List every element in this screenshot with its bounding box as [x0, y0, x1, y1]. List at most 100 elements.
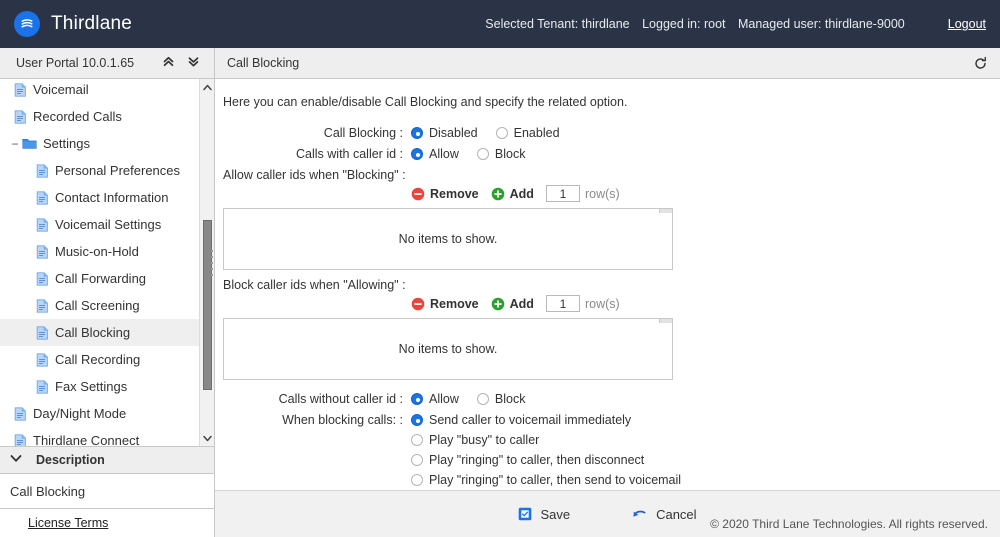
when-blocking-calls-option-play-busy-to-caller[interactable]: Play "busy" to caller [411, 433, 681, 447]
radio-label: Play "ringing" to caller, then send to v… [429, 473, 681, 487]
block-list-corner [659, 318, 673, 323]
description-text: Call Blocking [0, 474, 214, 509]
radio-label: Block [495, 147, 526, 161]
radio-dot [411, 414, 423, 426]
sidebar-item-fax-settings[interactable]: Fax Settings [0, 373, 199, 400]
block-list-empty-text: No items to show. [399, 342, 498, 356]
radio-dot [496, 127, 508, 139]
sidebar-splitter-grip[interactable] [210, 250, 213, 276]
add-circle-icon [491, 187, 505, 201]
calls-with-caller-id-option-allow[interactable]: Allow [411, 147, 459, 161]
document-icon [36, 299, 49, 313]
sidebar-item-personal-preferences[interactable]: Personal Preferences [0, 157, 199, 184]
when-blocking-calls-radio-group[interactable]: Send caller to voicemail immediately Play… [411, 413, 681, 487]
radio-label: Enabled [514, 126, 560, 140]
allow-list-remove-label: Remove [430, 187, 479, 201]
license-row: License Terms [0, 509, 214, 537]
sidebar-item-label: Call Blocking [55, 325, 130, 340]
allow-list-remove-button[interactable]: Remove [411, 187, 479, 201]
sidebar-item-settings[interactable]: −Settings [0, 130, 199, 157]
scroll-up-arrow-icon[interactable] [203, 79, 212, 95]
radio-dot [411, 393, 423, 405]
sidebar-item-music-on-hold[interactable]: Music-on-Hold [0, 238, 199, 265]
allow-list-add-button[interactable]: Add [491, 187, 534, 201]
when-blocking-calls-option-send-caller-to-voicemail-immediately[interactable]: Send caller to voicemail immediately [411, 413, 681, 427]
document-icon [36, 272, 49, 286]
call-blocking-option-enabled[interactable]: Enabled [496, 126, 560, 140]
allow-list-corner [659, 208, 673, 213]
radio-dot [477, 148, 489, 160]
calls-without-caller-id-option-allow[interactable]: Allow [411, 392, 459, 406]
block-list-add-button[interactable]: Add [491, 297, 534, 311]
allow-list-toolbar: Remove Add row(s) [215, 185, 1000, 202]
sidebar-item-label: Day/Night Mode [33, 406, 126, 421]
sidebar-item-call-recording[interactable]: Call Recording [0, 346, 199, 373]
calls-without-caller-id-option-block[interactable]: Block [477, 392, 526, 406]
block-list-rows-input[interactable] [546, 295, 580, 312]
document-icon [36, 164, 49, 178]
field-calls-with-caller-id: Calls with caller id : Allow Block [215, 147, 1000, 161]
sidebar-item-label: Thirdlane Connect [33, 433, 139, 446]
allow-list-rows-suffix: row(s) [585, 187, 620, 201]
allow-list-box[interactable]: No items to show. [223, 208, 673, 270]
radio-dot [411, 474, 423, 486]
save-button[interactable]: Save [518, 507, 570, 522]
calls-with-caller-id-radio-group[interactable]: Allow Block [411, 147, 525, 161]
calls-without-caller-id-radio-group[interactable]: Allow Block [411, 392, 525, 406]
scrollbar-thumb[interactable] [203, 220, 212, 390]
field-call-blocking: Call Blocking : DisabledEnabled [215, 126, 1000, 140]
sidebar-item-recorded-calls[interactable]: Recorded Calls [0, 103, 199, 130]
block-list-box[interactable]: No items to show. [223, 318, 673, 380]
tree-expander[interactable]: − [8, 137, 22, 151]
call-blocking-radio-group[interactable]: Disabled Enabled [411, 126, 560, 140]
description-panel-title: Description [36, 453, 105, 467]
thirdlane-waves-logo-icon [14, 11, 40, 37]
when-blocking-calls-option-play-ringing-to-caller-then-disconnect[interactable]: Play "ringing" to caller, then disconnec… [411, 453, 681, 467]
radio-dot [411, 127, 423, 139]
when-blocking-calls-option-play-ringing-to-caller-then-send-to-voicemail[interactable]: Play "ringing" to caller, then send to v… [411, 473, 681, 487]
scroll-down-arrow-icon[interactable] [203, 430, 212, 446]
block-list-rows-suffix: row(s) [585, 297, 620, 311]
license-terms-link[interactable]: License Terms [28, 516, 108, 530]
description-panel-header[interactable]: Description [0, 446, 214, 474]
block-list-remove-button[interactable]: Remove [411, 297, 479, 311]
document-icon [14, 407, 27, 421]
logout-button[interactable]: Logout [948, 17, 986, 31]
call-blocking-option-disabled[interactable]: Disabled [411, 126, 478, 140]
chevron-down-icon [10, 454, 22, 466]
sidebar-item-voicemail[interactable]: Voicemail [0, 79, 199, 103]
content-header: Call Blocking [215, 48, 1000, 79]
content-body: Here you can enable/disable Call Blockin… [215, 79, 1000, 490]
double-chevron-up-icon[interactable] [162, 55, 175, 71]
sidebar-item-voicemail-settings[interactable]: Voicemail Settings [0, 211, 199, 238]
document-icon [14, 83, 27, 97]
managed-user-label: Managed user: thirdlane-9000 [738, 17, 905, 31]
main-panel: Call Blocking Here you can enable/disabl… [215, 48, 1000, 537]
double-chevron-down-icon[interactable] [187, 55, 200, 71]
sidebar-title: User Portal 10.0.1.65 [16, 56, 134, 70]
remove-circle-icon [411, 187, 425, 201]
when-blocking-calls-label: When blocking calls: : [215, 413, 411, 427]
block-list-add-label: Add [510, 297, 534, 311]
block-list-remove-label: Remove [430, 297, 479, 311]
sidebar-item-contact-information[interactable]: Contact Information [0, 184, 199, 211]
sidebar-item-label: Personal Preferences [55, 163, 180, 178]
folder-icon [22, 137, 37, 150]
sidebar-item-call-forwarding[interactable]: Call Forwarding [0, 265, 199, 292]
cancel-button[interactable]: Cancel [632, 507, 696, 522]
sidebar-item-day-night-mode[interactable]: Day/Night Mode [0, 400, 199, 427]
allow-list-rows-input[interactable] [546, 185, 580, 202]
save-icon [518, 507, 532, 521]
refresh-icon[interactable] [973, 56, 988, 71]
calls-with-caller-id-label: Calls with caller id : [215, 147, 411, 161]
allow-list-add-label: Add [510, 187, 534, 201]
sidebar-item-thirdlane-connect[interactable]: Thirdlane Connect [0, 427, 199, 446]
block-list-toolbar: Remove Add row(s) [215, 295, 1000, 312]
sidebar-item-call-screening[interactable]: Call Screening [0, 292, 199, 319]
sidebar-header: User Portal 10.0.1.65 [0, 48, 214, 79]
calls-with-caller-id-option-block[interactable]: Block [477, 147, 526, 161]
undo-arrow-icon [632, 507, 648, 521]
sidebar-item-label: Voicemail [33, 82, 89, 97]
save-label: Save [540, 507, 570, 522]
sidebar-item-call-blocking[interactable]: Call Blocking [0, 319, 199, 346]
